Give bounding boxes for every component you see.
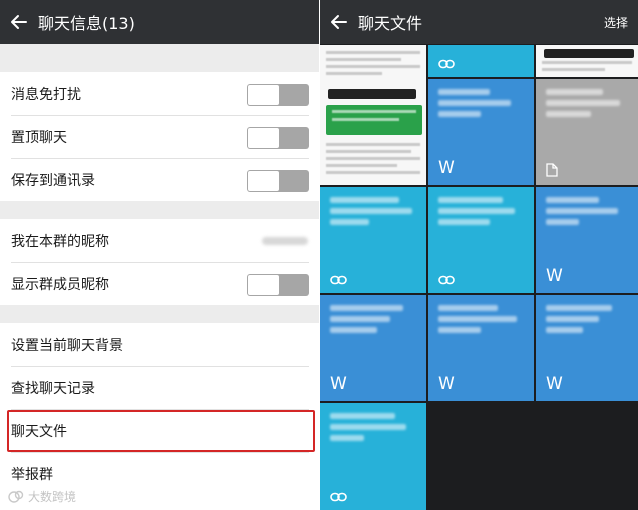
file-icon (546, 163, 558, 177)
select-button[interactable]: 选择 (604, 14, 628, 31)
file-tile-link[interactable] (320, 403, 426, 510)
toggle-knob (248, 275, 279, 295)
toggle-knob (248, 85, 279, 105)
file-name-blurred (546, 89, 628, 122)
file-name-blurred (438, 305, 524, 338)
row-label: 查找聊天记录 (11, 380, 95, 397)
file-tile-word[interactable]: W (536, 187, 638, 293)
row-save-to-contacts[interactable]: 保存到通讯录 (0, 158, 319, 201)
link-icon (438, 275, 455, 285)
file-name-blurred (438, 197, 524, 230)
chat-info-screen: 聊天信息(13) 消息免打扰 置顶聊天 保存到通讯录 我在本群的昵称 显示群成员… (0, 0, 319, 510)
document-toolbar-preview (328, 89, 416, 99)
file-tile-word[interactable]: W (320, 295, 426, 401)
row-set-chat-background[interactable]: 设置当前聊天背景 (0, 323, 319, 366)
toggle-knob (248, 128, 279, 148)
row-label: 保存到通讯录 (11, 172, 95, 189)
file-tile-link[interactable] (320, 187, 426, 293)
file-name-blurred (546, 197, 628, 230)
row-pin-chat[interactable]: 置顶聊天 (0, 115, 319, 158)
settings-section-notifications: 消息免打扰 置顶聊天 保存到通讯录 (0, 72, 319, 201)
nickname-value-blurred (262, 237, 308, 245)
mute-notifications-toggle[interactable] (247, 84, 309, 106)
chat-files-screen: 聊天文件 选择 W W W W W (320, 0, 638, 510)
page-title: 聊天信息(13) (38, 14, 135, 33)
file-tile-document-preview[interactable] (536, 45, 638, 77)
save-to-contacts-toggle[interactable] (247, 170, 309, 192)
back-arrow-icon (11, 15, 27, 29)
row-label: 设置当前聊天背景 (11, 337, 123, 354)
file-tile-generic[interactable] (536, 79, 638, 185)
word-icon: W (546, 374, 563, 394)
link-icon (438, 59, 455, 69)
row-my-group-nickname[interactable]: 我在本群的昵称 (0, 219, 319, 262)
back-button[interactable] (0, 0, 38, 44)
document-text-preview (326, 51, 420, 79)
word-icon: W (438, 374, 455, 394)
row-label: 我在本群的昵称 (11, 233, 109, 250)
row-label: 消息免打扰 (11, 86, 81, 103)
document-highlight-preview (326, 105, 422, 135)
toggle-knob (248, 171, 279, 191)
row-label: 显示群成员昵称 (11, 276, 109, 293)
file-name-blurred (330, 413, 416, 446)
word-icon: W (438, 158, 455, 178)
word-icon: W (546, 266, 563, 286)
back-arrow-icon (331, 15, 347, 29)
back-button[interactable] (320, 0, 358, 44)
watermark: 大数跨境 (8, 488, 76, 505)
file-tile-link[interactable] (428, 187, 534, 293)
chat-info-header: 聊天信息(13) (0, 0, 319, 44)
row-label: 举报群 (11, 466, 53, 483)
watermark-logo-icon (8, 490, 24, 503)
file-tile-word[interactable]: W (536, 295, 638, 401)
file-tile-document-preview[interactable] (320, 45, 426, 185)
page-title: 聊天文件 (358, 14, 423, 33)
settings-section-nickname: 我在本群的昵称 显示群成员昵称 (0, 219, 319, 305)
word-icon: W (330, 374, 347, 394)
document-text-preview (542, 61, 632, 75)
file-tile-word[interactable]: W (428, 295, 534, 401)
file-name-blurred (330, 197, 416, 230)
document-text-preview (326, 143, 420, 178)
pin-chat-toggle[interactable] (247, 127, 309, 149)
chat-files-header: 聊天文件 选择 (320, 0, 638, 44)
file-tile-word[interactable]: W (428, 79, 534, 185)
file-tile-link[interactable] (428, 45, 534, 77)
file-name-blurred (438, 89, 524, 122)
document-toolbar-preview (544, 49, 634, 58)
row-label: 聊天文件 (11, 423, 67, 440)
file-name-blurred (546, 305, 628, 338)
settings-section-actions: 设置当前聊天背景 查找聊天记录 聊天文件 举报群 (0, 323, 319, 510)
watermark-text: 大数跨境 (28, 490, 77, 504)
link-icon (330, 492, 347, 502)
row-show-member-nicknames[interactable]: 显示群成员昵称 (0, 262, 319, 305)
row-chat-files[interactable]: 聊天文件 (0, 409, 319, 452)
file-name-blurred (330, 305, 416, 338)
row-search-chat-history[interactable]: 查找聊天记录 (0, 366, 319, 409)
link-icon (330, 275, 347, 285)
row-mute-notifications[interactable]: 消息免打扰 (0, 72, 319, 115)
row-label: 置顶聊天 (11, 129, 67, 146)
show-member-nicknames-toggle[interactable] (247, 274, 309, 296)
